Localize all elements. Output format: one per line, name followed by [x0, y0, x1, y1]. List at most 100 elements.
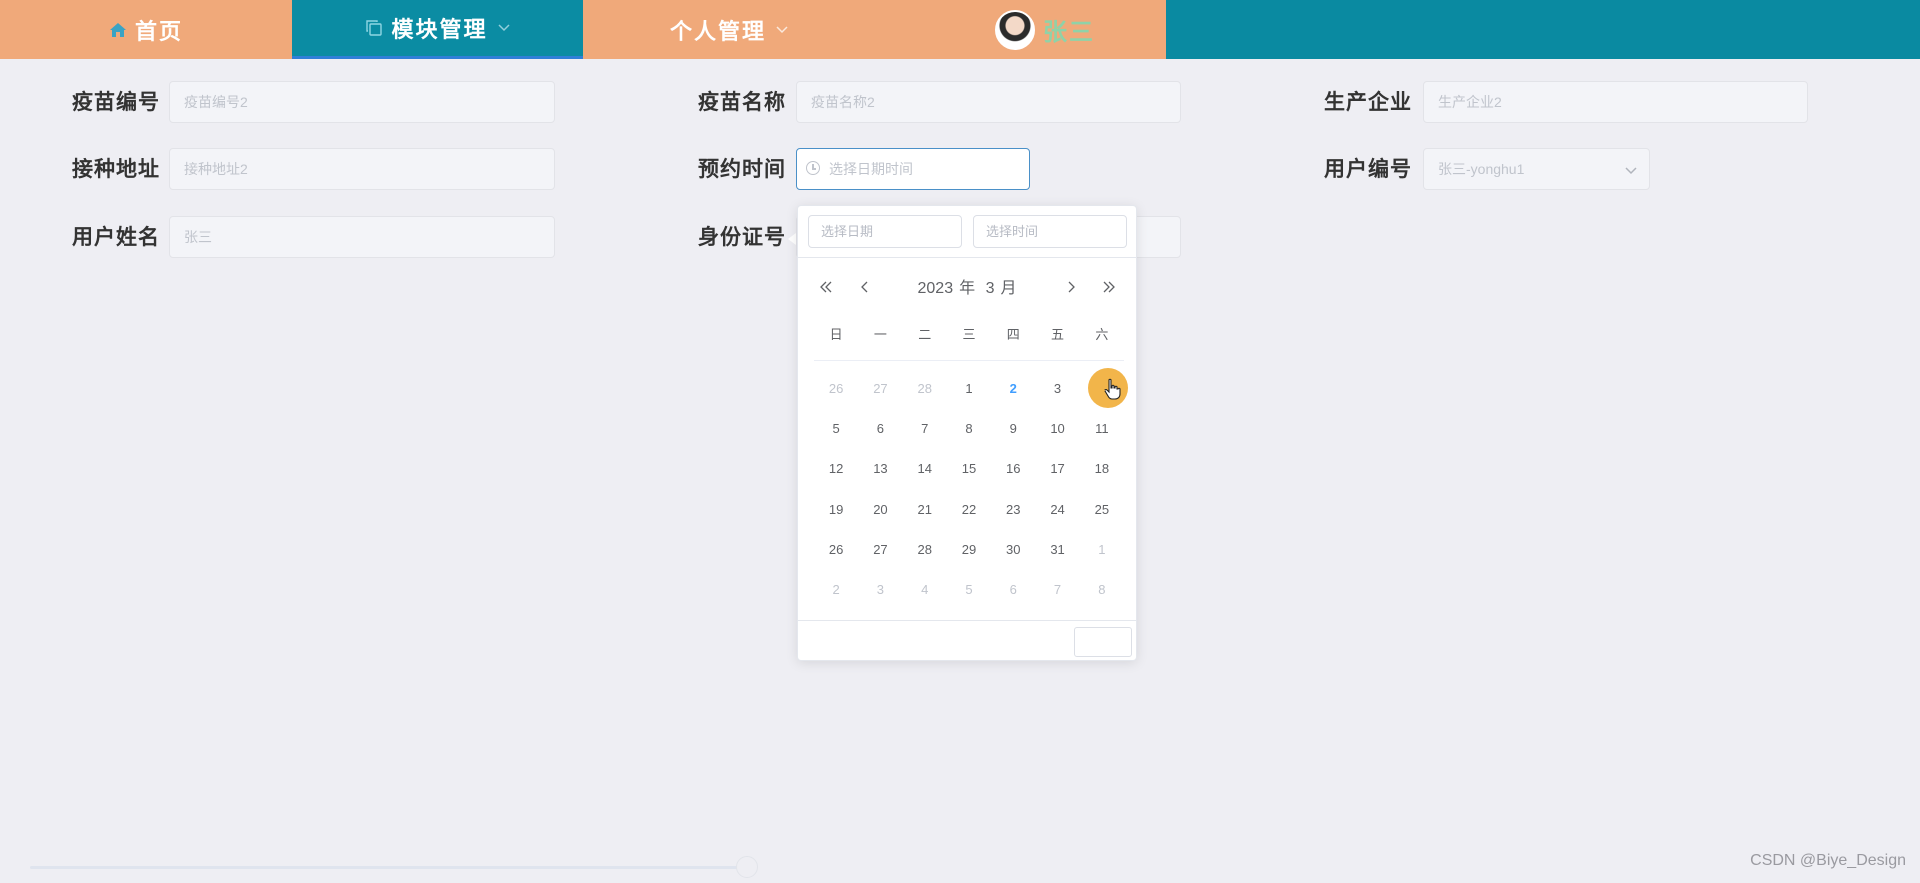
calendar-day[interactable]: 7 [903, 408, 947, 448]
calendar-day[interactable]: 26 [814, 368, 858, 408]
weekday-label: 日 [829, 328, 843, 343]
nav-module-management[interactable]: 模块管理 [292, 0, 583, 59]
address-input[interactable] [169, 148, 555, 190]
calendar-day[interactable]: 6 [858, 408, 902, 448]
calendar-day[interactable]: 5 [814, 408, 858, 448]
calendar-day[interactable]: 5 [947, 569, 991, 609]
calendar-day[interactable]: 13 [858, 449, 902, 489]
calendar-day-number: 31 [1050, 541, 1065, 557]
calendar-day[interactable]: 15 [947, 449, 991, 489]
appointment-time-label: 预约时间 [698, 157, 786, 181]
calendar-day-number: 28 [917, 380, 932, 396]
calendar-day[interactable]: 16 [991, 449, 1035, 489]
calendar-day-number: 1 [1098, 541, 1106, 557]
calendar-day-number: 15 [961, 461, 977, 477]
calendar-day-number: 5 [965, 582, 973, 598]
calendar-day[interactable]: 23 [991, 489, 1035, 529]
calendar-day[interactable]: 24 [1035, 489, 1079, 529]
calendar-day-number: 26 [828, 380, 844, 396]
calendar-day[interactable]: 29 [947, 529, 991, 569]
picker-month[interactable]: 3 [986, 280, 995, 297]
calendar-day[interactable]: 1 [947, 368, 991, 408]
calendar-day[interactable]: 1 [1080, 529, 1124, 569]
calendar-day[interactable]: 28 [903, 529, 947, 569]
calendar-day[interactable]: 3 [858, 569, 902, 609]
next-year-icon[interactable] [1098, 276, 1120, 298]
calendar-day[interactable]: 17 [1035, 449, 1079, 489]
calendar-week-row: 5 6 7 8 9 10 11 [814, 408, 1124, 448]
calendar-day[interactable]: 27 [858, 368, 902, 408]
calendar-day[interactable]: 25 [1080, 489, 1124, 529]
calendar-day[interactable]: 22 [947, 489, 991, 529]
calendar-day[interactable]: 4 [903, 569, 947, 609]
nav-user[interactable]: 张三 [875, 0, 1166, 59]
picker-year[interactable]: 2023 [918, 280, 954, 297]
user-no-select[interactable] [1423, 148, 1650, 190]
calendar-day-number: 3 [1053, 380, 1062, 396]
confirm-button[interactable] [1074, 627, 1132, 657]
calendar-day[interactable]: 9 [991, 408, 1035, 448]
calendar-day-number: 16 [1006, 461, 1021, 477]
calendar-day[interactable]: 3 [1035, 368, 1079, 408]
calendar-day[interactable]: 18 [1080, 449, 1124, 489]
weekday-label: 四 [1006, 328, 1020, 343]
vaccine-name-input[interactable] [796, 81, 1181, 123]
calendar-day[interactable]: 31 [1035, 529, 1079, 569]
clock-icon [806, 161, 820, 175]
calendar-day-number: 1 [965, 380, 973, 396]
slider-track[interactable] [30, 866, 745, 869]
calendar-day[interactable]: 11 [1080, 408, 1124, 448]
calendar-day-number: 21 [917, 501, 932, 517]
calendar-day-number: 8 [965, 420, 973, 436]
calendar-day[interactable]: 14 [903, 449, 947, 489]
calendar-day[interactable]: 30 [991, 529, 1035, 569]
calendar-day-number: 18 [1094, 461, 1110, 477]
calendar-day[interactable]: 2 [991, 368, 1035, 408]
picker-footer [798, 620, 1136, 661]
next-month-icon[interactable] [1060, 276, 1082, 298]
slider-thumb[interactable] [736, 856, 758, 878]
top-navigation: 首页 模块管理 个人管理 张三 [0, 0, 1920, 59]
nav-personal-management[interactable]: 个人管理 [583, 0, 875, 59]
appointment-time-input[interactable] [796, 148, 1030, 190]
nav-user-name: 张三 [1043, 18, 1095, 46]
calendar-day-number: 4 [1098, 380, 1106, 396]
user-name-input[interactable] [169, 216, 555, 258]
address-label: 接种地址 [72, 157, 160, 181]
nav-home[interactable]: 首页 [0, 0, 292, 59]
calendar-day[interactable]: 12 [814, 449, 858, 489]
avatar[interactable] [995, 9, 1035, 50]
calendar-day-number: 4 [921, 582, 929, 598]
calendar-day-number: 26 [828, 541, 844, 557]
picker-time-input[interactable] [973, 215, 1127, 248]
calendar-day[interactable]: 28 [903, 368, 947, 408]
vaccine-no-input[interactable] [169, 81, 555, 123]
manufacturer-input[interactable] [1423, 81, 1808, 123]
calendar-day[interactable]: 6 [991, 569, 1035, 609]
calendar-day[interactable]: 20 [858, 489, 902, 529]
user-name-label: 用户姓名 [72, 225, 160, 249]
calendar-day-number: 11 [1095, 420, 1109, 436]
calendar-day[interactable]: 10 [1035, 408, 1079, 448]
user-no-label: 用户编号 [1324, 157, 1412, 181]
hand-cursor-icon [1103, 378, 1121, 404]
calendar-day[interactable]: 27 [858, 529, 902, 569]
picker-date-input[interactable] [808, 215, 962, 248]
calendar-day-number: 6 [1009, 582, 1017, 598]
calendar-day[interactable]: 19 [814, 489, 858, 529]
calendar-day[interactable]: 26 [814, 529, 858, 569]
divider [814, 360, 1124, 361]
calendar-day[interactable]: 7 [1035, 569, 1079, 609]
calendar-day[interactable]: 2 [814, 569, 858, 609]
home-icon [109, 22, 127, 38]
calendar-day-number: 27 [873, 541, 888, 557]
calendar-week-row: 26 27 28 1 2 3 4 [814, 368, 1128, 408]
calendar-day-number: 7 [1053, 582, 1062, 598]
calendar-day-number: 14 [917, 461, 932, 477]
calendar-day[interactable]: 8 [947, 408, 991, 448]
calendar-day[interactable]: 21 [903, 489, 947, 529]
calendar-day[interactable]: 8 [1080, 569, 1124, 609]
calendar-day-number: 8 [1098, 582, 1106, 598]
picker-month-unit: 月 [1000, 280, 1017, 297]
chevron-down-icon [776, 25, 788, 34]
